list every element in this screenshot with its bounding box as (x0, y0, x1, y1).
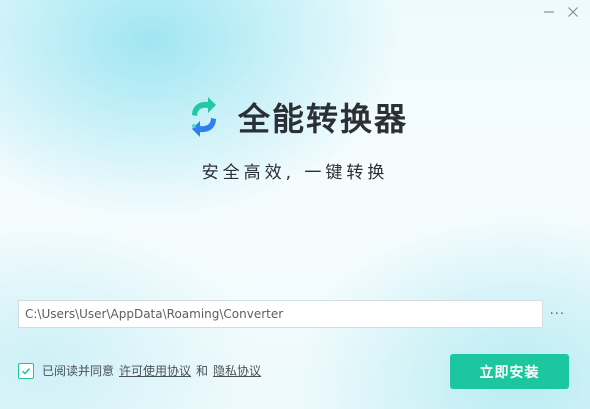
browse-button[interactable]: ··· (543, 300, 572, 328)
convert-arrows-icon (191, 97, 216, 137)
install-path-input[interactable] (18, 300, 543, 328)
license-agreement-link[interactable]: 许可使用协议 (119, 362, 191, 379)
slogan: 安全高效, 一键转换 (201, 163, 389, 183)
and-text: 和 (196, 364, 209, 378)
close-button[interactable] (562, 2, 584, 22)
agree-prefix-text: 已阅读并同意 (42, 364, 115, 378)
install-now-button[interactable]: 立即安装 (450, 354, 569, 389)
checkmark-icon (21, 367, 31, 375)
install-path-row: ··· (18, 300, 572, 328)
minimize-icon (544, 11, 554, 13)
agree-checkbox[interactable] (18, 362, 34, 379)
app-header: 全能转换器 (0, 94, 590, 140)
app-title: 全能转换器 (237, 100, 408, 138)
installer-window: 全能转换器 安全高效, 一键转换 ··· 已阅读并同意 许可使用协议 和 隐私协… (0, 0, 590, 409)
minimize-button[interactable] (538, 2, 560, 22)
privacy-policy-link[interactable]: 隐私协议 (213, 362, 261, 379)
close-icon (568, 7, 578, 17)
agreement-row: 已阅读并同意 许可使用协议 和 隐私协议 (18, 362, 261, 379)
